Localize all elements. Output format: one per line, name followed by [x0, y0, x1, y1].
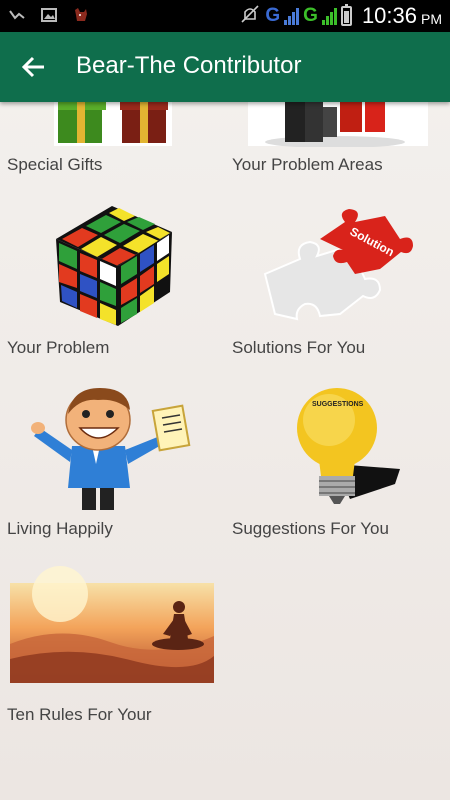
animal-icon [72, 6, 90, 24]
puzzle-solution-image: Solution [263, 209, 413, 321]
tile-special-gifts[interactable]: Special Gifts [0, 102, 215, 182]
tile-suggestions-for-you[interactable]: SUGGESTIONS Suggestions For You [225, 384, 440, 544]
signal-icon-2 [321, 7, 337, 25]
menu-grid: Special Gifts Your Problem Areas Your Pr… [0, 102, 450, 800]
mute-icon [239, 3, 261, 30]
bulb-text: SUGGESTIONS [312, 401, 364, 408]
happy-man-image [31, 388, 191, 510]
meditation-sunset-image [10, 566, 214, 683]
app-bar: Bear-The Contributor [0, 32, 450, 102]
check-icon [8, 6, 26, 24]
tile-label: Your Problem Areas [232, 155, 383, 174]
tile-solutions-for-you[interactable]: Solution Solutions For You [225, 204, 440, 364]
rubiks-cube-image [56, 206, 172, 326]
network-type-1: G [265, 5, 281, 26]
tile-living-happily[interactable]: Living Happily [0, 384, 215, 544]
network-type-2: G [303, 5, 318, 26]
tile-label: Suggestions For You [232, 519, 389, 538]
tile-label: Special Gifts [7, 155, 103, 174]
tile-your-problem[interactable]: Your Problem [0, 204, 215, 364]
tile-label: Your Problem [7, 338, 110, 357]
back-button[interactable] [14, 47, 54, 87]
status-bar: G G 10:36 PM [0, 0, 450, 32]
gift-boxes-image [54, 102, 172, 146]
signal-icon [284, 7, 300, 25]
arrow-left-icon [21, 56, 44, 78]
tile-label: Solutions For You [232, 338, 366, 357]
clock: 10:36 [361, 3, 417, 28]
tile-label: Living Happily [7, 519, 113, 538]
clock-ampm: PM [421, 11, 442, 27]
page-title: Bear-The Contributor [76, 52, 302, 79]
tile-ten-rules[interactable]: Ten Rules For Your [0, 564, 215, 724]
battery-icon [340, 4, 352, 26]
gallery-icon [40, 6, 58, 24]
tile-your-problem-areas[interactable]: Your Problem Areas [225, 102, 440, 182]
chess-pieces-image [248, 102, 428, 147]
light-bulb-image: SUGGESTIONS [297, 388, 400, 504]
tile-label: Ten Rules For Your [7, 705, 152, 724]
